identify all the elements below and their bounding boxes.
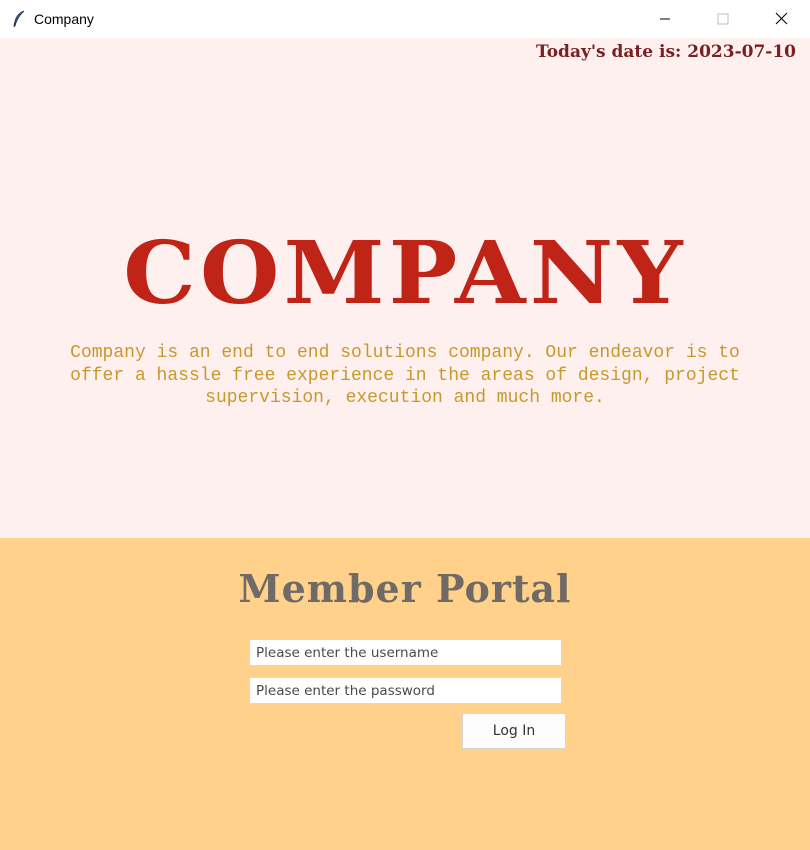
- company-title: COMPANY: [123, 223, 687, 324]
- username-input[interactable]: [249, 639, 562, 666]
- company-info-pane: Today's date is: 2023-07-10 COMPANY Comp…: [0, 38, 810, 538]
- date-label: Today's date is: 2023-07-10: [536, 42, 796, 62]
- date-prefix: Today's date is:: [536, 42, 688, 62]
- window-controls: [636, 0, 810, 38]
- member-portal-pane: Member Portal Log In: [0, 538, 810, 850]
- feather-icon: [10, 10, 28, 28]
- login-button[interactable]: Log In: [462, 713, 566, 749]
- minimize-button[interactable]: [636, 0, 694, 38]
- close-icon: [775, 10, 788, 29]
- minimize-icon: [659, 10, 671, 29]
- window-title: Company: [34, 11, 94, 27]
- password-input[interactable]: [249, 677, 562, 704]
- app-window: Company Today's date is: 2023-07-10 COMP…: [0, 0, 810, 850]
- title-bar[interactable]: Company: [0, 0, 810, 38]
- portal-title: Member Portal: [238, 566, 572, 611]
- maximize-button[interactable]: [694, 0, 752, 38]
- close-button[interactable]: [752, 0, 810, 38]
- maximize-icon: [717, 10, 729, 29]
- date-value: 2023-07-10: [687, 42, 796, 62]
- company-description: Company is an end to end solutions compa…: [70, 343, 740, 408]
